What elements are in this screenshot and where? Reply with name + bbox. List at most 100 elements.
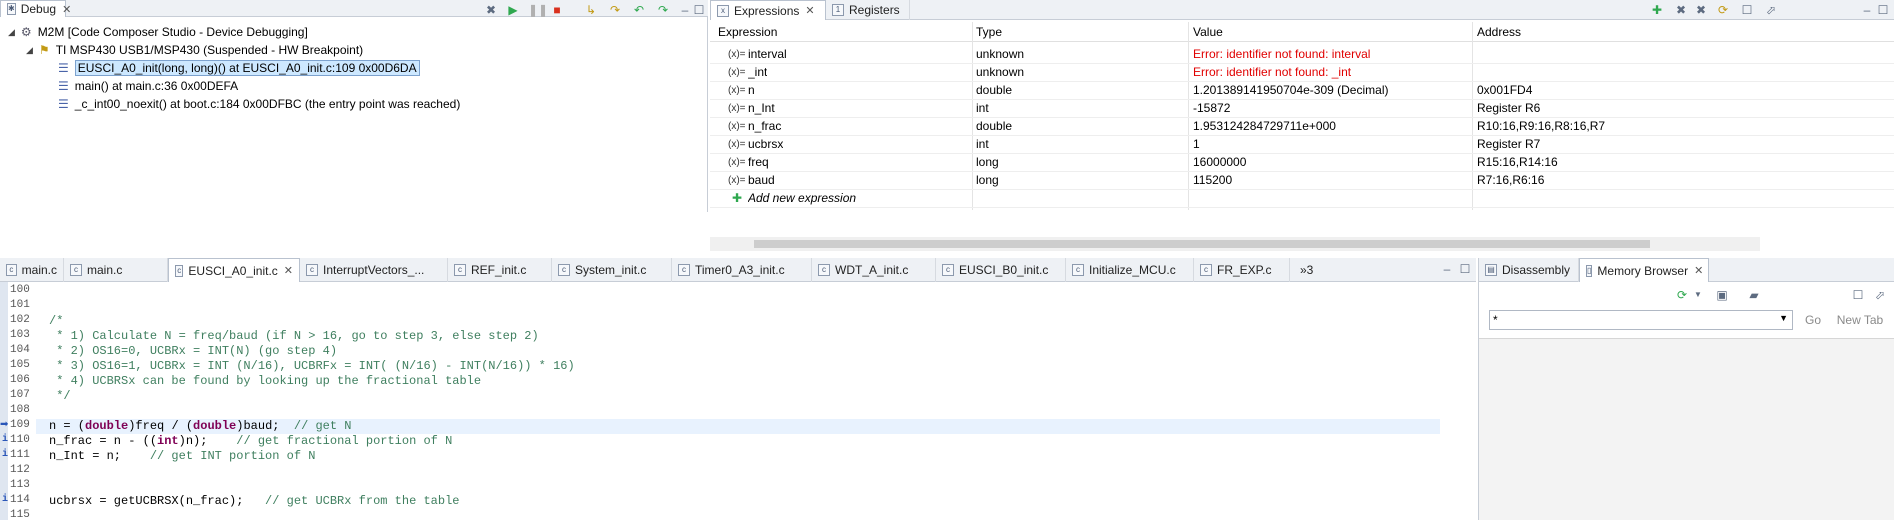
expressions-hscrollbar[interactable]: [710, 237, 1760, 251]
new-tab-button[interactable]: New Tab: [1831, 310, 1889, 330]
editor-tab[interactable]: c FR_EXP.c: [1194, 258, 1290, 282]
maximize-icon[interactable]: ☐: [692, 3, 706, 17]
tab-memory-label: Memory Browser: [1597, 263, 1689, 278]
expression-row[interactable]: (x)= interval unknown Error: identifier not…: [710, 46, 1894, 64]
add-expression-row[interactable]: ✚ Add new expression: [710, 190, 1894, 208]
close-icon[interactable]: ✕: [284, 264, 293, 277]
editor-tab[interactable]: c Timer0_A3_init.c: [672, 258, 812, 282]
editor-tab[interactable]: c Initialize_MCU.c: [1066, 258, 1194, 282]
editor-tab[interactable]: c REF_init.c: [448, 258, 552, 282]
scrollbar-thumb[interactable]: [754, 240, 1650, 248]
tab-overflow-button[interactable]: »3: [1294, 258, 1319, 282]
code-area[interactable]: 100 101 102 /* 103 * 1) Calculate N = freq/b…: [0, 284, 1440, 521]
export-icon[interactable]: ▣: [1715, 288, 1729, 302]
memory-content-area[interactable]: [1479, 338, 1894, 520]
expression-type: double: [976, 83, 1013, 97]
column-header-value[interactable]: Value: [1193, 25, 1223, 39]
collapse-icon[interactable]: ◢: [8, 27, 15, 38]
collapse-icon[interactable]: ◢: [26, 45, 33, 56]
stack-frame[interactable]: ☰ _c_int00_noexit() at boot.c:184 0x00DF…: [58, 95, 460, 113]
tree-session[interactable]: ◢ ⚙ M2M [Code Composer Studio - Device D…: [8, 23, 308, 41]
expression-row[interactable]: (x)= _int unknown Error: identifier not fou…: [710, 64, 1894, 82]
c-file-icon: c: [175, 264, 184, 277]
tab-disassembly[interactable]: ▤ Disassembly: [1479, 258, 1579, 282]
c-file-icon: c: [558, 264, 570, 276]
remove-all-icon[interactable]: ✖: [1694, 3, 1708, 17]
line-number: 107: [10, 389, 30, 401]
expression-address: 0x001FD4: [1477, 83, 1533, 97]
c-file-icon: c: [306, 264, 318, 276]
suspend-icon[interactable]: ❚❚: [528, 3, 548, 17]
editor-tab[interactable]: c main.c: [0, 258, 64, 282]
close-icon[interactable]: ✕: [62, 3, 71, 16]
editor-tab[interactable]: c main.c: [64, 258, 168, 282]
remove-terminated-icon[interactable]: ✖: [484, 3, 498, 17]
column-header-type[interactable]: Type: [976, 25, 1002, 39]
tab-debug[interactable]: ✱ Debug ✕: [0, 0, 71, 17]
go-button[interactable]: Go: [1799, 310, 1827, 330]
stack-frame-selected[interactable]: ☰ EUSCI_A0_init(long, long)() at EUSCI_A…: [58, 59, 420, 77]
code-line: */: [49, 389, 71, 403]
new-view-icon[interactable]: ☐: [1740, 3, 1754, 17]
c-file-icon: c: [6, 264, 17, 276]
pin-icon[interactable]: ⬀: [1764, 3, 1778, 17]
editor-tab[interactable]: c InterruptVectors_...: [300, 258, 448, 282]
pin-icon[interactable]: ⬀: [1873, 288, 1887, 302]
column-header-address[interactable]: Address: [1477, 25, 1521, 39]
go-button-label: Go: [1804, 313, 1821, 327]
step-asm-icon[interactable]: ↷: [656, 3, 670, 17]
info-marker-icon[interactable]: i: [2, 434, 8, 445]
tab-registers[interactable]: 1 Registers: [826, 0, 910, 20]
address-input[interactable]: * ▼: [1489, 310, 1793, 330]
new-view-icon[interactable]: ☐: [1851, 288, 1865, 302]
dropdown-icon[interactable]: ▼: [1691, 288, 1705, 302]
chevron-down-icon[interactable]: ▼: [1779, 313, 1788, 323]
refresh-icon[interactable]: ⟳: [1675, 288, 1689, 302]
step-into-icon[interactable]: ↳: [584, 3, 598, 17]
expression-row[interactable]: (x)= ucbrsx int 1 Register R7: [710, 136, 1894, 154]
expression-value: -15872: [1193, 101, 1231, 115]
stack-frame[interactable]: ☰ main() at main.c:36 0x00DEFA: [58, 77, 238, 95]
expression-name: baud: [748, 173, 775, 187]
expression-row[interactable]: (x)= n_Int int -15872 Register R6: [710, 100, 1894, 118]
address-prefix: *: [1493, 313, 1498, 327]
tab-memory-browser[interactable]: ▯ Memory Browser ✕: [1579, 258, 1709, 282]
expression-row[interactable]: (x)= n double 1.201389141950704e-309 (Decim…: [710, 82, 1894, 100]
tab-expressions[interactable]: x Expressions ✕: [710, 0, 826, 20]
refresh-icon[interactable]: ⟳: [1716, 3, 1730, 17]
minimize-icon[interactable]: ‒: [1860, 3, 1874, 17]
c-file-icon: c: [70, 264, 82, 276]
code-line: n_frac = n - ((int)n); // get fractional…: [49, 434, 453, 448]
editor-tab[interactable]: c EUSCI_B0_init.c: [936, 258, 1066, 282]
close-icon[interactable]: ✕: [1694, 264, 1703, 277]
expression-row[interactable]: (x)= baud long 115200 R7:16,R6:16: [710, 172, 1894, 190]
maximize-icon[interactable]: ☐: [1458, 262, 1472, 276]
maximize-icon[interactable]: ☐: [1876, 3, 1890, 17]
line-number: 106: [10, 374, 30, 386]
column-header-expression[interactable]: Expression: [718, 25, 777, 39]
add-expression-icon[interactable]: ✚: [1650, 3, 1664, 17]
editor-tab[interactable]: c System_init.c: [552, 258, 672, 282]
terminate-icon[interactable]: ■: [550, 3, 564, 17]
expression-row[interactable]: (x)= freq long 16000000 R15:16,R14:16: [710, 154, 1894, 172]
expression-icon: (x)=: [728, 103, 746, 114]
expression-type: unknown: [976, 47, 1025, 61]
debug-view: ✱ Debug ✕ ✖ ▶ ❚❚ ■ ↳ ↷ ↶ ↷ ‒ ☐ ◢ ⚙ M2M […: [0, 0, 708, 212]
step-over-icon[interactable]: ↷: [608, 3, 622, 17]
minimize-icon[interactable]: ‒: [678, 3, 692, 17]
import-icon[interactable]: ▰: [1747, 288, 1761, 302]
tree-target[interactable]: ◢ ⚑ TI MSP430 USB1/MSP430 (Suspended - H…: [26, 41, 363, 59]
c-file-icon: c: [818, 264, 830, 276]
resume-icon[interactable]: ▶: [506, 3, 520, 17]
minimize-icon[interactable]: ‒: [1440, 262, 1454, 276]
expression-row[interactable]: (x)= n_frac double 1.953124284729711e+000 R1…: [710, 118, 1894, 136]
remove-icon[interactable]: ✖: [1674, 3, 1688, 17]
close-icon[interactable]: ✕: [805, 4, 814, 17]
editor-tab[interactable]: c EUSCI_A0_init.c ✕: [168, 258, 300, 282]
info-marker-icon[interactable]: i: [2, 449, 8, 460]
expression-value: 115200: [1193, 173, 1233, 187]
step-return-icon[interactable]: ↶: [632, 3, 646, 17]
editor-tab[interactable]: c WDT_A_init.c: [812, 258, 936, 282]
editor-tab-label: EUSCI_B0_init.c: [959, 263, 1049, 277]
info-marker-icon[interactable]: i: [2, 494, 8, 505]
